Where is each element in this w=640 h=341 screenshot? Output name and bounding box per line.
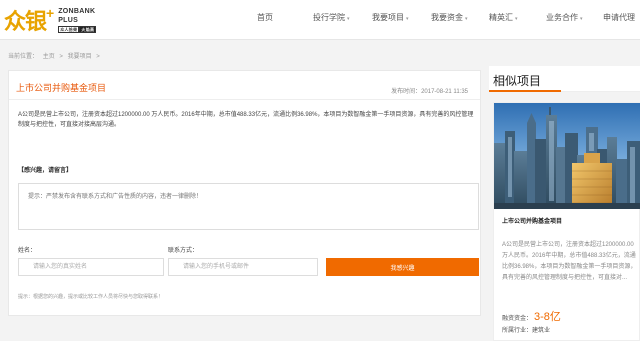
project-title-row: 上市公司并购基金项目 发布时间：2017-08-21 11:35 (9, 71, 480, 100)
breadcrumb: 当前位置： 主页 > 我要项目 > (8, 51, 103, 60)
breadcrumb-separator: > (96, 54, 100, 60)
nav-label: 投行学院 (313, 13, 345, 22)
logo-tag-right: 火焰高 (79, 26, 97, 33)
breadcrumb-section-link[interactable]: 我要项目 (68, 54, 92, 60)
interest-heading: 【感兴趣，请留言】 (18, 168, 73, 174)
project-title: 上市公司并购基金项目 (16, 83, 107, 93)
similar-projects-sidebar: 相似项目 上市公司并购基金项目 A公司是民营上市公司，注册资本超过1200000… (489, 66, 640, 341)
card-title[interactable]: 上市公司并购基金项目 (502, 216, 562, 225)
chevron-down-icon: ▾ (406, 16, 409, 22)
chevron-down-icon: ▾ (465, 16, 468, 22)
interest-submit-button[interactable]: 我感兴趣 (326, 258, 479, 276)
nav-label: 我要项目 (372, 13, 404, 22)
sidebar-header: 相似项目 (489, 66, 640, 92)
nav-item-home[interactable]: 首页 (257, 12, 273, 23)
nav-label: 业务合作 (546, 13, 578, 22)
logo-tagline: 众人拾柴 火焰高 (58, 26, 97, 33)
main-nav: 首页 投行学院 ▾ 我要项目 ▾ 我要资金 ▾ 精英汇 ▾ 业务合作 ▾ 申请代理 (0, 12, 640, 26)
card-finance: 融资资金： 3-8亿 (502, 308, 561, 324)
nav-label: 我要资金 (431, 13, 463, 22)
nav-label: 精英汇 (489, 13, 513, 22)
sidebar-title: 相似项目 (493, 74, 542, 88)
breadcrumb-separator: > (59, 54, 63, 60)
logo-tag-left: 众人拾柴 (58, 26, 80, 33)
chevron-down-icon: ▾ (515, 16, 518, 22)
breadcrumb-prefix: 当前位置： (8, 54, 39, 60)
name-input[interactable] (18, 258, 164, 276)
similar-project-card[interactable]: 上市公司并购基金项目 A公司是民营上市公司，注册资本超过1200000.00 万… (493, 102, 640, 341)
site-header: 众银 + ZONBANK PLUS 众人拾柴 火焰高 首页 投行学院 ▾ 我要项目… (0, 0, 640, 40)
contact-input[interactable] (168, 258, 318, 276)
chevron-down-icon: ▾ (347, 16, 350, 22)
card-description: A公司是民营上市公司，注册资本超过1200000.00 万人民币。2016年中期… (502, 242, 637, 281)
nav-item-projects[interactable]: 我要项目 ▾ (372, 12, 409, 23)
nav-label: 申请代理 (603, 13, 635, 22)
chevron-down-icon: ▾ (580, 16, 583, 22)
form-notice: 提示：根据您的兴趣，提示或比较工作人员将尽快与您取得联系！ (18, 294, 164, 300)
nav-label: 首页 (257, 13, 273, 22)
breadcrumb-home-link[interactable]: 主页 (43, 54, 55, 60)
city-skyline-image (494, 103, 640, 209)
name-label: 姓名： (18, 248, 37, 254)
project-image[interactable] (494, 103, 640, 209)
project-description: A公司是民营上市公司，注册资本超过1200000.00 万人民币。2016年中期… (18, 112, 474, 128)
contact-label: 联系方式： (168, 248, 199, 254)
nav-item-academy[interactable]: 投行学院 ▾ (313, 12, 350, 23)
nav-item-elite[interactable]: 精英汇 ▾ (489, 12, 518, 23)
project-detail-panel: 上市公司并购基金项目 发布时间：2017-08-21 11:35 A公司是民营上… (8, 70, 481, 316)
finance-amount: 3-8亿 (534, 311, 561, 323)
nav-item-cooperation[interactable]: 业务合作 ▾ (546, 12, 583, 23)
nav-item-funds[interactable]: 我要资金 ▾ (431, 12, 468, 23)
nav-item-agent[interactable]: 申请代理 (603, 12, 635, 23)
publish-time: 发布时间：2017-08-21 11:35 (391, 89, 468, 95)
message-textarea[interactable] (18, 183, 479, 230)
finance-label: 融资资金： (502, 316, 533, 322)
card-industry: 所属行业：建筑业 (502, 328, 551, 334)
